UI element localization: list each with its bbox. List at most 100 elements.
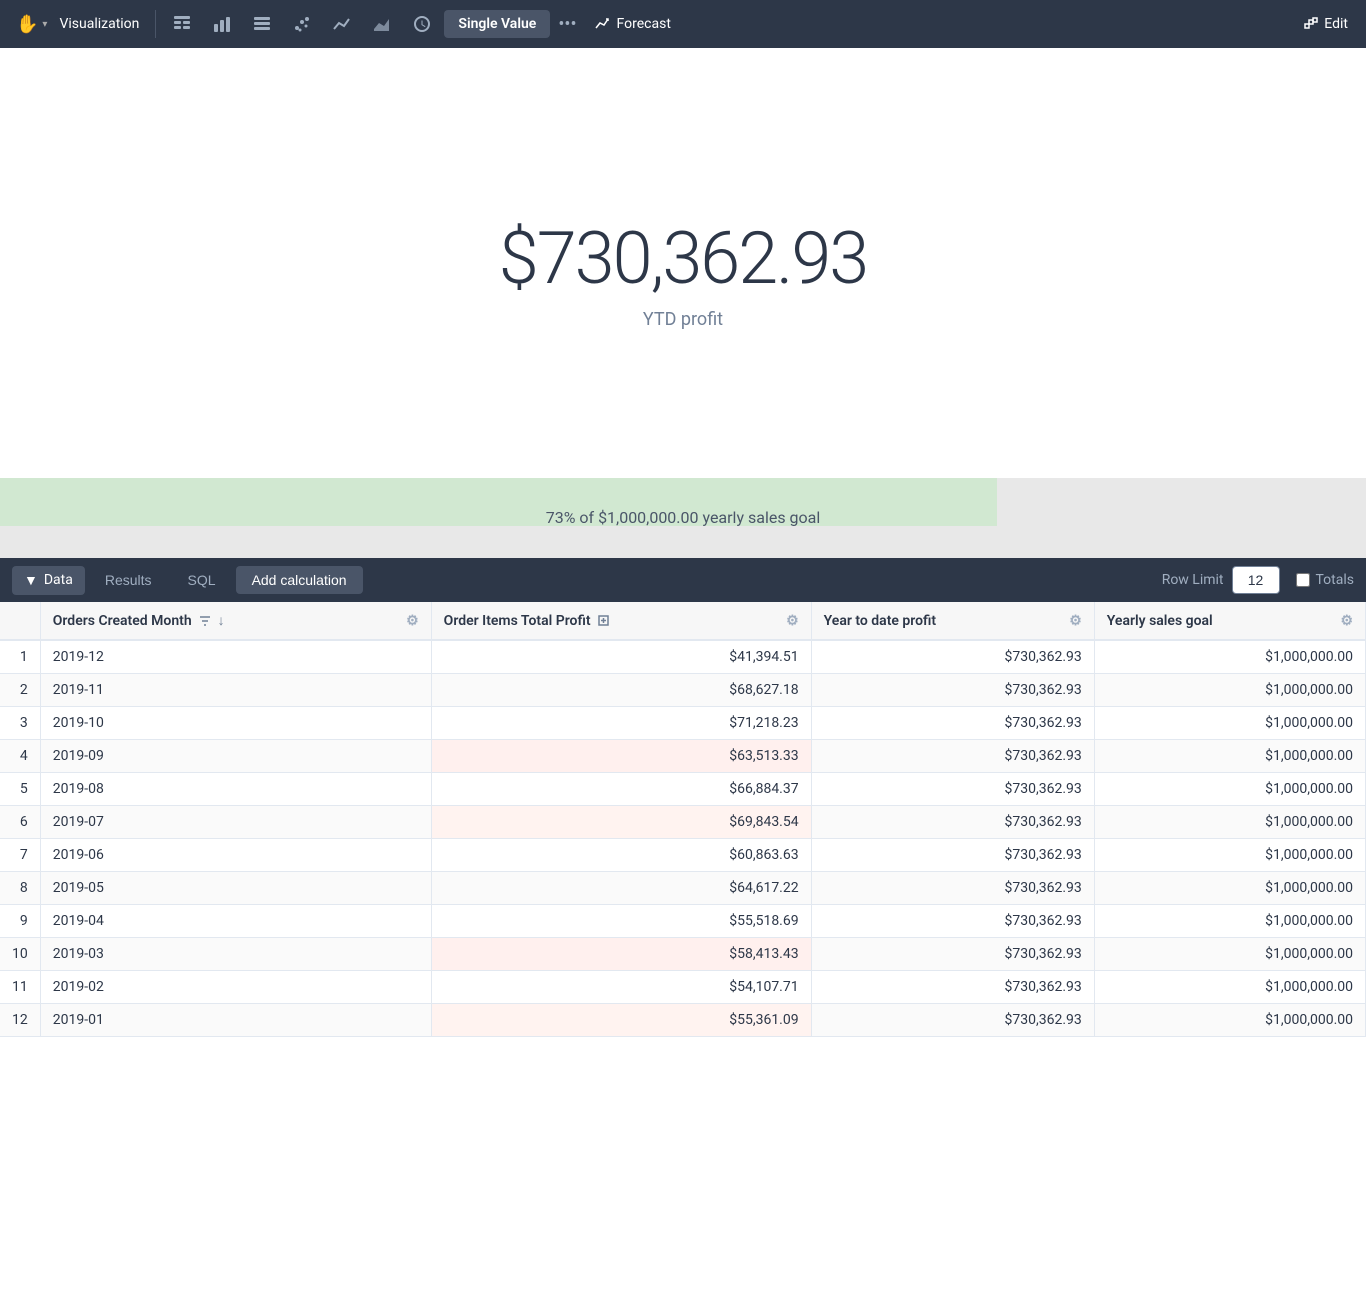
cell-total-profit: $41,394.51	[431, 640, 811, 674]
cell-total-profit: $63,513.33	[431, 740, 811, 773]
more-options-button[interactable]: •••	[554, 14, 580, 35]
totals-group: Totals	[1296, 572, 1355, 588]
data-table-container: Orders Created Month ↓ ⚙ Order Items Tot…	[0, 602, 1366, 1037]
edit-button[interactable]: Edit	[1294, 10, 1358, 38]
cell-ytd-profit: $730,362.93	[811, 707, 1094, 740]
cell-total-profit: $58,413.43	[431, 938, 811, 971]
cell-total-profit: $55,361.09	[431, 1004, 811, 1037]
cell-ytd-profit: $730,362.93	[811, 640, 1094, 674]
cell-row-num: 10	[0, 938, 40, 971]
cell-yearly-goal: $1,000,000.00	[1094, 674, 1365, 707]
total-profit-label: Order Items Total Profit	[444, 613, 591, 629]
scatter-icon	[292, 14, 312, 34]
row-limit-input[interactable]	[1232, 566, 1280, 594]
cell-orders-month: 2019-10	[40, 707, 431, 740]
list-view-button[interactable]	[244, 6, 280, 42]
cell-orders-month: 2019-04	[40, 905, 431, 938]
col-header-yearly-goal[interactable]: Yearly sales goal ⚙	[1094, 602, 1365, 640]
orders-month-gear-icon[interactable]: ⚙	[406, 613, 419, 629]
total-profit-gear-icon[interactable]: ⚙	[786, 613, 799, 629]
sort-desc-icon: ↓	[218, 612, 225, 629]
table-row: 62019-07$69,843.54$730,362.93$1,000,000.…	[0, 806, 1366, 839]
calc-icon	[597, 614, 610, 627]
line-chart-button[interactable]	[324, 6, 360, 42]
toolbar-separator	[155, 10, 156, 38]
cell-row-num: 2	[0, 674, 40, 707]
area-chart-button[interactable]	[364, 6, 400, 42]
table-header-row: Orders Created Month ↓ ⚙ Order Items Tot…	[0, 602, 1366, 640]
cell-ytd-profit: $730,362.93	[811, 938, 1094, 971]
table-row: 82019-05$64,617.22$730,362.93$1,000,000.…	[0, 872, 1366, 905]
cell-row-num: 11	[0, 971, 40, 1004]
cell-total-profit: $64,617.22	[431, 872, 811, 905]
scatter-chart-button[interactable]	[284, 6, 320, 42]
cell-ytd-profit: $730,362.93	[811, 872, 1094, 905]
tab-results[interactable]: Results	[89, 566, 168, 594]
single-value-display: $730,362.93 YTD profit	[0, 48, 1366, 478]
cell-ytd-profit: $730,362.93	[811, 1004, 1094, 1037]
cell-orders-month: 2019-11	[40, 674, 431, 707]
add-calculation-button[interactable]: Add calculation	[236, 566, 363, 594]
cell-row-num: 5	[0, 773, 40, 806]
tab-data[interactable]: ▼ Data	[12, 566, 85, 595]
cell-yearly-goal: $1,000,000.00	[1094, 806, 1365, 839]
cell-row-num: 1	[0, 640, 40, 674]
forecast-button[interactable]: Forecast	[585, 10, 681, 38]
cell-total-profit: $60,863.63	[431, 839, 811, 872]
logo-button[interactable]: ✋ ▾	[8, 14, 55, 35]
totals-checkbox[interactable]	[1296, 573, 1310, 587]
tab-sql[interactable]: SQL	[172, 566, 232, 594]
tab-data-label: Data	[44, 572, 73, 588]
cell-total-profit: $54,107.71	[431, 971, 811, 1004]
yearly-goal-label: Yearly sales goal	[1107, 613, 1213, 629]
bar-chart-button[interactable]	[204, 6, 240, 42]
cell-orders-month: 2019-01	[40, 1004, 431, 1037]
cell-total-profit: $55,518.69	[431, 905, 811, 938]
cell-total-profit: $66,884.37	[431, 773, 811, 806]
cell-ytd-profit: $730,362.93	[811, 773, 1094, 806]
cell-yearly-goal: $1,000,000.00	[1094, 971, 1365, 1004]
filter-icon	[198, 614, 212, 628]
cell-ytd-profit: $730,362.93	[811, 971, 1094, 1004]
goal-bar-container: 73% of $1,000,000.00 yearly sales goal	[0, 478, 1366, 558]
col-header-row-num	[0, 602, 40, 640]
table-row: 92019-04$55,518.69$730,362.93$1,000,000.…	[0, 905, 1366, 938]
col-header-orders-month[interactable]: Orders Created Month ↓ ⚙	[40, 602, 431, 640]
table-view-button[interactable]	[164, 6, 200, 42]
col-header-total-profit[interactable]: Order Items Total Profit ⚙	[431, 602, 811, 640]
toolbar: ✋ ▾ Visualization	[0, 0, 1366, 48]
cell-yearly-goal: $1,000,000.00	[1094, 872, 1365, 905]
clock-icon	[412, 14, 432, 34]
single-value-button[interactable]: Single Value	[444, 10, 550, 38]
yearly-goal-gear-icon[interactable]: ⚙	[1340, 613, 1353, 629]
table-row: 42019-09$63,513.33$730,362.93$1,000,000.…	[0, 740, 1366, 773]
single-value-icon-button[interactable]	[404, 6, 440, 42]
ytd-profit-gear-icon[interactable]: ⚙	[1069, 613, 1082, 629]
line-chart-icon	[332, 14, 352, 34]
table-row: 72019-06$60,863.63$730,362.93$1,000,000.…	[0, 839, 1366, 872]
cell-total-profit: $69,843.54	[431, 806, 811, 839]
logo-icon: ✋	[16, 14, 38, 35]
table-row: 52019-08$66,884.37$730,362.93$1,000,000.…	[0, 773, 1366, 806]
cell-total-profit: $71,218.23	[431, 707, 811, 740]
cell-ytd-profit: $730,362.93	[811, 839, 1094, 872]
cell-yearly-goal: $1,000,000.00	[1094, 938, 1365, 971]
cell-orders-month: 2019-03	[40, 938, 431, 971]
visualization-label: Visualization	[59, 16, 139, 32]
cell-orders-month: 2019-05	[40, 872, 431, 905]
table-row: 122019-01$55,361.09$730,362.93$1,000,000…	[0, 1004, 1366, 1037]
single-value-number: $730,362.93	[499, 216, 867, 301]
forecast-icon	[595, 16, 611, 32]
col-header-ytd-profit[interactable]: Year to date profit ⚙	[811, 602, 1094, 640]
cell-row-num: 7	[0, 839, 40, 872]
cell-orders-month: 2019-12	[40, 640, 431, 674]
orders-month-label: Orders Created Month	[53, 613, 192, 629]
totals-label: Totals	[1316, 572, 1355, 588]
cell-ytd-profit: $730,362.93	[811, 905, 1094, 938]
table-row: 32019-10$71,218.23$730,362.93$1,000,000.…	[0, 707, 1366, 740]
cell-ytd-profit: $730,362.93	[811, 806, 1094, 839]
goal-bar-text: 73% of $1,000,000.00 yearly sales goal	[0, 494, 1366, 542]
bar-chart-icon	[212, 14, 232, 34]
cell-orders-month: 2019-02	[40, 971, 431, 1004]
table-icon	[172, 14, 192, 34]
